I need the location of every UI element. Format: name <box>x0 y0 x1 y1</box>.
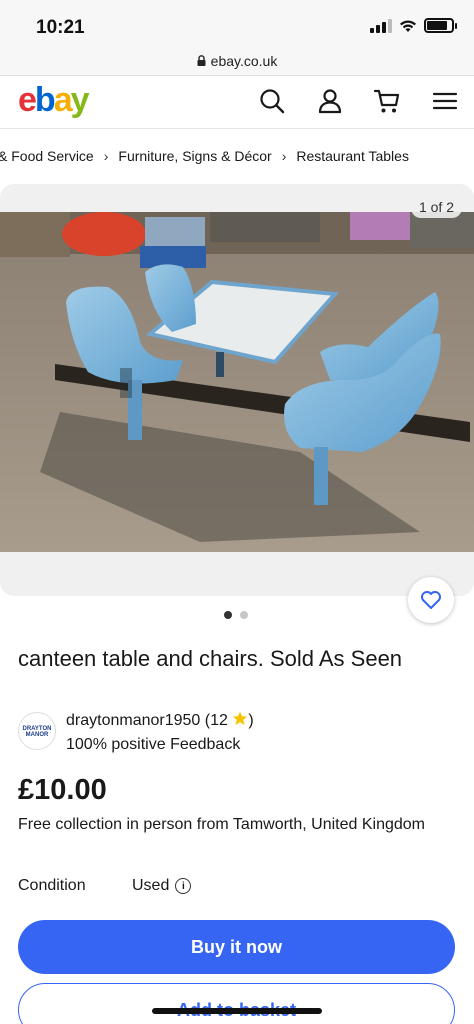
breadcrumb: & Food Service › Furniture, Signs & Déco… <box>0 129 474 183</box>
seller-info[interactable]: DRAYTON MANOR draytonmanor1950 (12 ) 100… <box>18 710 458 758</box>
signal-icon <box>370 18 392 33</box>
condition-label: Condition <box>18 877 86 894</box>
status-bar: 10:21 <box>0 0 474 46</box>
status-icons <box>370 18 457 33</box>
image-counter: 1 of 2 <box>410 196 462 218</box>
add-to-basket-button[interactable]: Add to basket <box>18 983 455 1024</box>
buy-it-now-button[interactable]: Buy it now <box>18 920 455 974</box>
condition-value[interactable]: Used i <box>132 877 192 895</box>
home-indicator <box>152 1008 322 1014</box>
drayton-manor-logo: DRAYTON MANOR <box>22 726 51 738</box>
wifi-icon <box>400 20 416 32</box>
chevron-right-icon: › <box>281 148 287 164</box>
star-icon <box>233 711 248 725</box>
pagination-dot-active[interactable] <box>224 611 232 619</box>
seller-name[interactable]: draytonmanor1950 (12 ) <box>66 711 254 730</box>
status-time: 10:21 <box>36 17 85 38</box>
condition-text: Used <box>132 877 170 894</box>
battery-icon <box>424 18 457 33</box>
url-bar[interactable]: ebay.co.uk <box>0 46 474 76</box>
info-icon[interactable]: i <box>175 878 192 894</box>
search-icon[interactable] <box>257 86 287 116</box>
breadcrumb-item-furniture[interactable]: Furniture, Signs & Décor <box>118 148 271 164</box>
listing-price: £10.00 <box>18 774 107 806</box>
seller-avatar[interactable]: DRAYTON MANOR <box>18 712 56 750</box>
site-header: ebay <box>0 77 474 129</box>
image-gallery[interactable]: 1 of 2 <box>0 184 474 596</box>
shipping-info: Free collection in person from Tamworth,… <box>18 816 425 833</box>
product-photo[interactable] <box>0 212 474 552</box>
menu-icon[interactable] <box>430 86 460 116</box>
listing-title: canteen table and chairs. Sold As Seen <box>18 646 403 671</box>
pagination-dot[interactable] <box>240 611 248 619</box>
ebay-logo[interactable]: ebay <box>18 81 90 120</box>
breadcrumb-item-food-service[interactable]: & Food Service <box>0 148 94 164</box>
url-text: ebay.co.uk <box>210 52 278 69</box>
chevron-right-icon: › <box>103 148 109 164</box>
gallery-pagination <box>224 611 248 619</box>
seller-feedback: 100% positive Feedback <box>66 736 241 753</box>
svg-text:MANOR: MANOR <box>26 732 49 738</box>
lock-icon <box>197 55 206 66</box>
account-icon[interactable] <box>315 86 345 116</box>
breadcrumb-item-restaurant-tables[interactable]: Restaurant Tables <box>296 148 409 164</box>
heart-icon <box>421 591 441 609</box>
watch-button[interactable] <box>408 577 454 623</box>
cart-icon[interactable] <box>372 86 402 116</box>
